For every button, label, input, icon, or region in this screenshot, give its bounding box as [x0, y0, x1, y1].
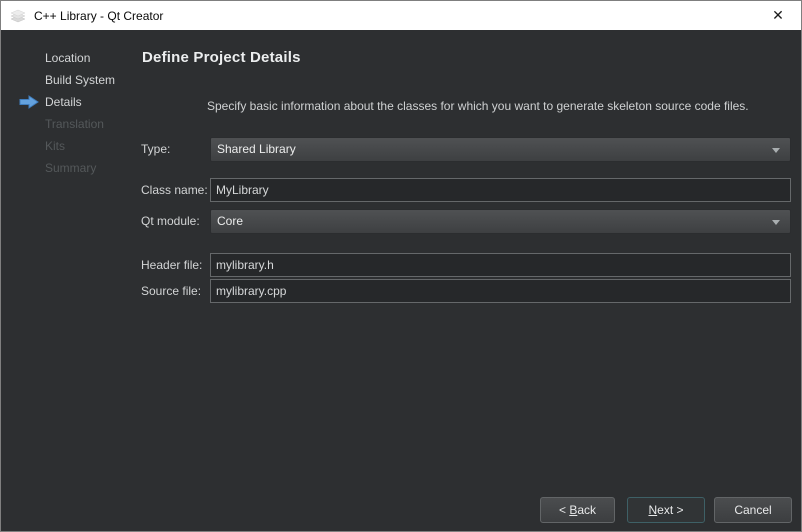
app-icon — [9, 8, 27, 24]
source-file-label: Source file: — [141, 279, 201, 303]
type-label: Type: — [141, 137, 170, 162]
sidebar-step-summary: Summary — [45, 157, 96, 179]
class-name-label: Class name: — [141, 178, 208, 202]
close-icon: ✕ — [772, 7, 784, 24]
page-title: Define Project Details — [142, 47, 301, 69]
sidebar-step-kits: Kits — [45, 135, 65, 157]
cancel-button[interactable]: Cancel — [714, 497, 792, 523]
chevron-down-icon — [772, 148, 780, 153]
qt-module-combobox[interactable]: Core — [210, 209, 791, 234]
sidebar-step-build-system: Build System — [45, 69, 115, 91]
titlebar: C++ Library - Qt Creator ✕ — [1, 1, 801, 30]
qt-module-label: Qt module: — [141, 209, 200, 234]
close-button[interactable]: ✕ — [755, 1, 801, 30]
next-button[interactable]: Next > — [627, 497, 705, 523]
wizard-dialog: C++ Library - Qt Creator ✕ Location Buil… — [0, 0, 802, 532]
window-title: C++ Library - Qt Creator — [34, 9, 163, 23]
source-file-input[interactable] — [210, 279, 791, 303]
sidebar-step-translation: Translation — [45, 113, 104, 135]
qt-module-combobox-value: Core — [217, 214, 243, 228]
header-file-label: Header file: — [141, 253, 202, 277]
sidebar-step-details: Details — [45, 91, 82, 113]
page-description: Specify basic information about the clas… — [207, 99, 749, 114]
type-combobox[interactable]: Shared Library — [210, 137, 791, 162]
current-step-arrow-icon — [19, 95, 39, 109]
back-button[interactable]: < Back — [540, 497, 615, 523]
wizard-content: Location Build System Details Translatio… — [2, 31, 800, 530]
class-name-input[interactable] — [210, 178, 791, 202]
chevron-down-icon — [772, 220, 780, 225]
header-file-input[interactable] — [210, 253, 791, 277]
sidebar-step-location: Location — [45, 47, 90, 69]
type-combobox-value: Shared Library — [217, 142, 296, 156]
